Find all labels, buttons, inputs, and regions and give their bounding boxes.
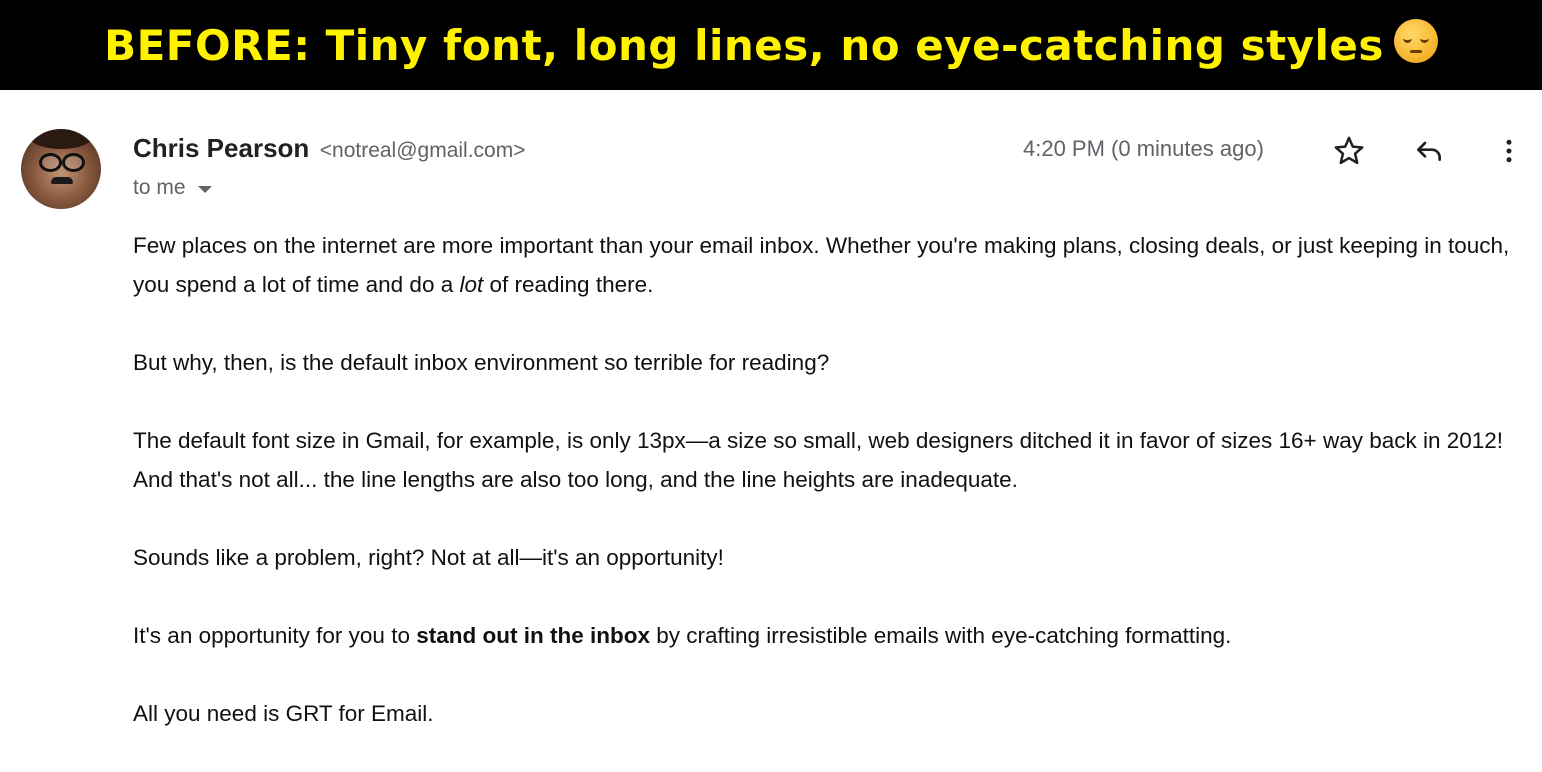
star-button[interactable] — [1329, 131, 1369, 171]
pensive-face-icon — [1393, 19, 1438, 63]
more-vertical-icon — [1506, 139, 1512, 163]
banner: BEFORE: Tiny font, long lines, no eye-ca… — [0, 0, 1542, 90]
body-paragraph: But why, then, is the default inbox envi… — [133, 350, 830, 375]
bold-text: stand out in the inbox — [416, 623, 650, 648]
recipient-label: to me — [133, 176, 186, 199]
sender-line: Chris Pearson <notreal@gmail.com> — [133, 133, 526, 164]
sender-name[interactable]: Chris Pearson — [133, 133, 309, 163]
avatar[interactable] — [21, 129, 101, 209]
recipient-dropdown[interactable]: to me — [133, 176, 212, 200]
more-options-button[interactable] — [1489, 131, 1529, 171]
sender-email: <notreal@gmail.com> — [319, 139, 526, 162]
body-paragraph: Few places on the internet are more impo… — [133, 233, 1510, 297]
reply-button[interactable] — [1409, 131, 1449, 171]
star-icon — [1334, 136, 1364, 165]
body-paragraph: The default font size in Gmail, for exam… — [133, 428, 1504, 492]
timestamp: 4:20 PM (0 minutes ago) — [1023, 136, 1264, 161]
body-paragraph: All you need is GRT for Email. — [133, 701, 434, 726]
body-paragraph: Sounds like a problem, right? Not at all… — [133, 545, 724, 570]
banner-title: BEFORE: Tiny font, long lines, no eye-ca… — [104, 20, 1384, 70]
email-body: Few places on the internet are more impo… — [133, 226, 1523, 772]
emphasis-text: lot — [459, 272, 484, 297]
body-paragraph: It's an opportunity for you to stand out… — [133, 623, 1232, 648]
reply-icon — [1417, 141, 1441, 161]
caret-down-icon[interactable] — [197, 185, 212, 193]
